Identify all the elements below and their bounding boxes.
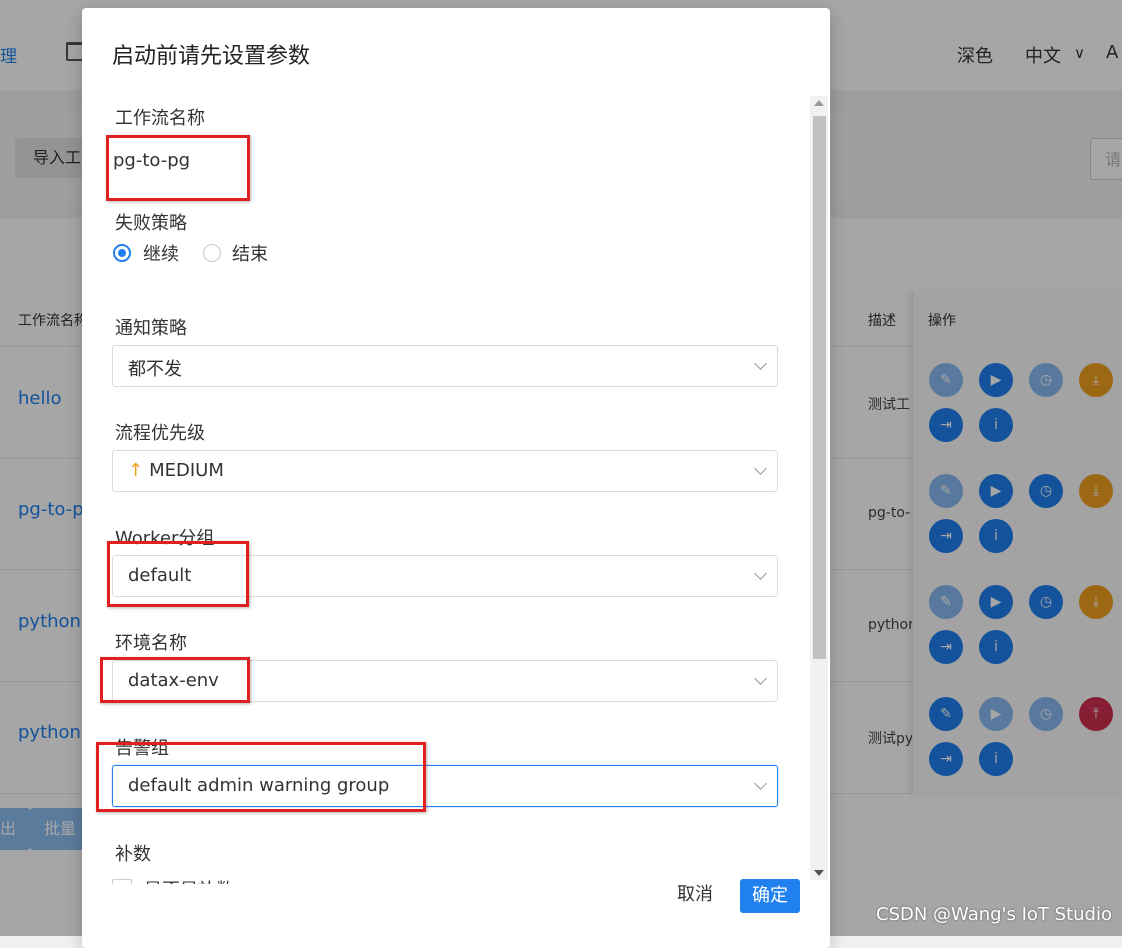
chevron-down-icon (755, 464, 765, 474)
highlight-box (107, 541, 249, 607)
highlight-box (106, 135, 250, 201)
confirm-button[interactable]: 确定 (740, 879, 800, 913)
modal-scrollbar[interactable] (810, 96, 828, 880)
highlight-box (100, 657, 250, 703)
scroll-up-icon[interactable] (814, 100, 824, 106)
priority-select[interactable]: ↑ MEDIUM (112, 450, 778, 492)
start-params-modal: 启动前请先设置参数 工作流名称 pg-to-pg 失败策略 继续 结束 通知策略… (82, 8, 830, 948)
scroll-down-icon[interactable] (814, 870, 824, 876)
highlight-box (96, 742, 426, 812)
failure-strategy-label: 失败策略 (115, 213, 187, 234)
radio-end[interactable] (203, 244, 221, 262)
priority-label: 流程优先级 (115, 423, 205, 444)
watermark: CSDN @Wang's IoT Studio (876, 904, 1112, 925)
complement-checkbox[interactable] (112, 879, 132, 884)
scrollbar-thumb[interactable] (813, 116, 826, 659)
chevron-down-icon (755, 569, 765, 579)
notify-strategy-label: 通知策略 (115, 318, 187, 339)
arrow-up-icon: ↑ (128, 460, 144, 481)
chevron-down-icon (755, 359, 765, 369)
radio-end-label[interactable]: 结束 (232, 240, 268, 266)
notify-strategy-select[interactable]: 都不发 (112, 345, 778, 387)
radio-continue-label[interactable]: 继续 (143, 240, 179, 266)
cancel-button[interactable]: 取消 (672, 878, 718, 912)
radio-continue[interactable] (113, 244, 131, 262)
modal-title: 启动前请先设置参数 (112, 44, 311, 69)
environment-label: 环境名称 (115, 633, 187, 654)
chevron-down-icon (755, 674, 765, 684)
priority-value-wrap: ↑ MEDIUM (128, 460, 224, 481)
notify-strategy-value: 都不发 (128, 359, 182, 380)
priority-value: MEDIUM (149, 460, 224, 481)
workflow-name-label: 工作流名称 (115, 108, 205, 129)
modal-body: 工作流名称 pg-to-pg 失败策略 继续 结束 通知策略 都不发 流程优先级… (82, 92, 808, 884)
complement-checkbox-label[interactable]: 是否是补数 (144, 876, 234, 884)
chevron-down-icon (755, 779, 765, 789)
complement-label: 补数 (115, 844, 151, 865)
